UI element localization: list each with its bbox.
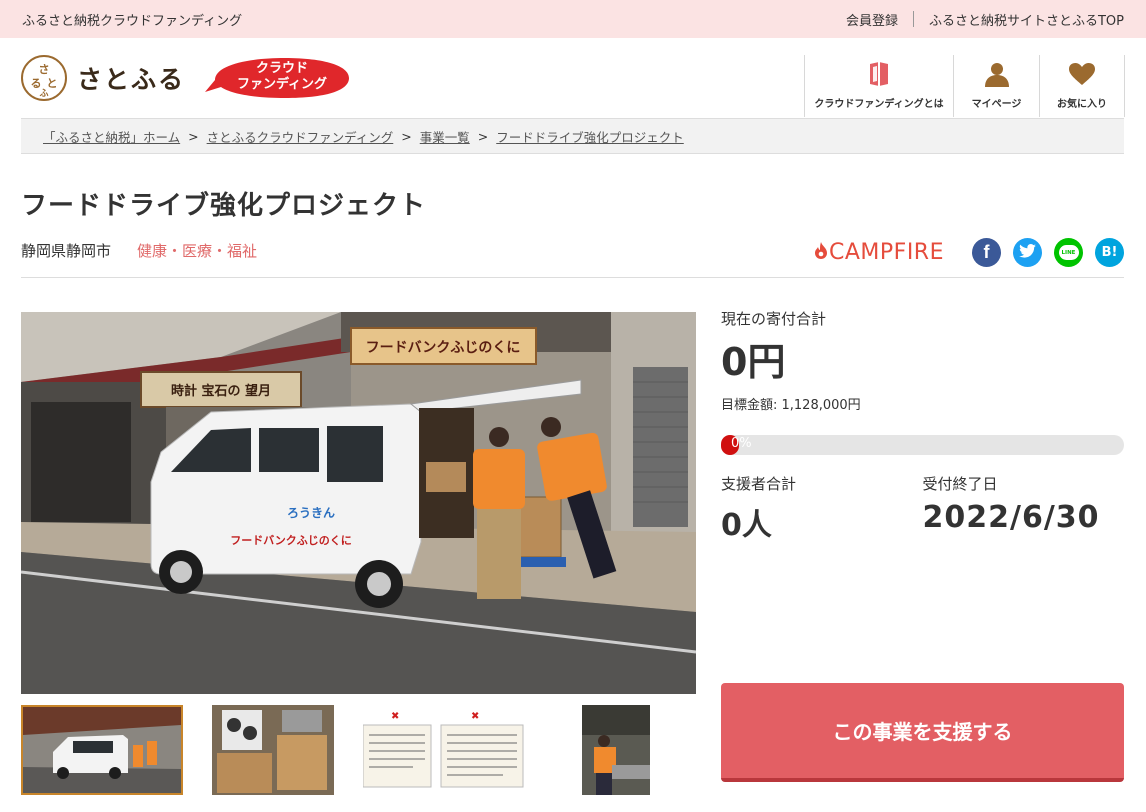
hatena-share-button[interactable]: B!: [1095, 238, 1124, 267]
breadcrumb-separator: >: [188, 128, 199, 144]
twitter-share-button[interactable]: [1013, 238, 1042, 267]
svg-text:ふ: ふ: [39, 88, 48, 99]
progress-bar: 0%: [721, 435, 1124, 455]
project-location: 静岡県静岡市: [21, 242, 112, 260]
satofull-top-link[interactable]: ふるさと納税サイトさとふるTOP: [929, 10, 1124, 29]
header: さ る と ふ さとふる クラウド ファンディング クラウドファンディングとは …: [0, 38, 1146, 118]
main-project-image: フードバンクふじのくに 時計 宝石の 望月 ろうきん フードバンクふじのくに: [21, 312, 696, 694]
hatena-icon: B!: [1101, 245, 1118, 260]
funding-stats: 現在の寄付合計 0円 目標金額: 1,128,000円 0% 支援者合計 0人 …: [721, 308, 1124, 544]
thumbnail-2[interactable]: [212, 705, 334, 795]
goal-amount: 目標金額: 1,128,000円: [721, 398, 861, 413]
van-text2: ろうきん: [287, 506, 335, 520]
nav-label: クラウドファンディングとは: [814, 99, 944, 110]
twitter-icon: [1019, 243, 1036, 262]
page-title: フードドライブ強化プロジェクト: [21, 191, 427, 221]
thumbnail-3[interactable]: ✖ ✖: [363, 705, 524, 795]
supporters-label: 支援者合計: [721, 475, 797, 493]
svg-text:✖: ✖: [391, 711, 399, 722]
nav-mypage[interactable]: マイページ: [953, 55, 1039, 117]
satofull-logo[interactable]: さ る と ふ さとふる: [21, 55, 185, 101]
nav-label: お気に入り: [1057, 99, 1107, 110]
campfire-text: CAMPFIRE: [829, 240, 944, 265]
flame-icon: [815, 242, 827, 263]
divider: [912, 11, 914, 27]
line-icon: LINE: [1058, 245, 1079, 260]
breadcrumb: 「ふるさと納税」ホーム > さとふるクラウドファンディング > 事業一覧 > フ…: [21, 118, 1124, 154]
nav-about-crowdfunding[interactable]: クラウドファンディングとは: [804, 55, 953, 117]
person-icon: [982, 57, 1012, 91]
total-donation-value: 0円: [721, 340, 786, 384]
breadcrumb-current[interactable]: フードドライブ強化プロジェクト: [496, 127, 684, 146]
project-category-link[interactable]: 健康・医療・福祉: [137, 240, 257, 261]
header-nav: クラウドファンディングとは マイページ お気に入り: [804, 55, 1125, 117]
top-bar: ふるさと納税クラウドファンディング 会員登録 ふるさと納税サイトさとふるTOP: [0, 0, 1146, 38]
supporters-block: 支援者合計 0人: [721, 473, 923, 544]
line-share-button[interactable]: LINE: [1054, 238, 1083, 267]
facebook-share-button[interactable]: f: [972, 238, 1001, 267]
van-text: フードバンクふじのくに: [230, 534, 352, 547]
thumbnail-1[interactable]: [21, 705, 183, 795]
breadcrumb-separator: >: [477, 128, 489, 144]
supporters-value: 0人: [721, 508, 772, 543]
logo-text: さとふる: [77, 65, 186, 94]
thumbnail-strip: ✖ ✖: [21, 705, 696, 795]
support-project-button[interactable]: この事業を支援する: [721, 683, 1124, 782]
nav-favorites[interactable]: お気に入り: [1039, 55, 1125, 117]
nav-label: マイページ: [971, 99, 1022, 110]
breadcrumb-separator: >: [401, 128, 412, 144]
thumbnail-4[interactable]: [582, 705, 650, 795]
total-donation-label: 現在の寄付合計: [721, 310, 827, 328]
breadcrumb-crowdfunding[interactable]: さとふるクラウドファンディング: [207, 127, 394, 146]
top-links: 会員登録 ふるさと納税サイトさとふるTOP: [846, 10, 1124, 29]
book-icon: [864, 57, 894, 91]
crowdfunding-badge[interactable]: クラウド ファンディング: [205, 54, 351, 102]
shop-sign2-text: 時計 宝石の 望月: [171, 383, 271, 399]
section-divider: [21, 277, 1124, 278]
deadline-value: 2022/6/30: [922, 500, 1100, 535]
member-register-link[interactable]: 会員登録: [846, 10, 898, 29]
shop-sign-text: フードバンクふじのくに: [366, 340, 521, 356]
crowdfunding-badge-text: クラウド ファンディング: [215, 61, 349, 93]
deadline-label: 受付終了日: [922, 475, 998, 493]
breadcrumb-home[interactable]: 「ふるさと納税」ホーム: [43, 127, 180, 146]
progress-percent: 0%: [731, 436, 752, 451]
deadline-block: 受付終了日 2022/6/30: [923, 473, 1125, 544]
heart-icon: [1067, 57, 1097, 91]
cf-line1: クラウド: [255, 61, 308, 76]
share-bar: CAMPFIRE f LINE B!: [815, 238, 1124, 267]
line-icon-text: LINE: [1061, 249, 1076, 256]
svg-text:さ: さ: [39, 63, 50, 76]
site-label: ふるさと納税クラウドファンディング: [22, 13, 243, 29]
svg-text:✖: ✖: [471, 711, 479, 722]
supporters-deadline-row: 支援者合計 0人 受付終了日 2022/6/30: [721, 473, 1124, 544]
facebook-icon: f: [983, 242, 990, 262]
cf-line2: ファンディング: [236, 77, 328, 92]
logo-mark-icon: さ る と ふ: [21, 55, 67, 101]
campfire-logo[interactable]: CAMPFIRE: [815, 240, 944, 265]
breadcrumb-project-list[interactable]: 事業一覧: [420, 127, 470, 146]
